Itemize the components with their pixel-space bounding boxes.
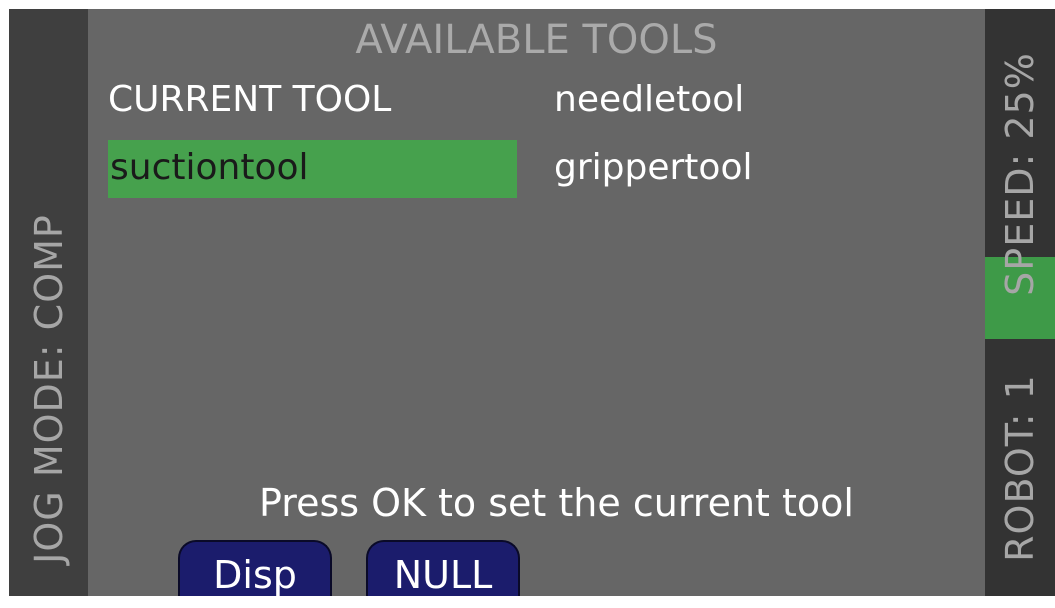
pendant-screen: JOG MODE: COMP AVAILABLE TOOLS CURRENT T… xyxy=(0,0,1055,602)
tool-item-grippertool[interactable]: grippertool xyxy=(554,147,752,188)
null-softkey[interactable]: NULL xyxy=(366,540,520,602)
selected-tool-label: suctiontool xyxy=(110,147,309,188)
tool-item-suctiontool-selected[interactable]: suctiontool xyxy=(108,140,517,198)
instruction-text: Press OK to set the current tool xyxy=(259,481,854,525)
tool-selection-panel: AVAILABLE TOOLS CURRENT TOOL needletool … xyxy=(88,9,985,596)
status-bar: SPEED: 25% ROBOT: 1 xyxy=(985,9,1055,596)
speed-label: SPEED: 25% xyxy=(998,52,1042,296)
robot-label: ROBOT: 1 xyxy=(998,373,1042,562)
speed-segment[interactable]: SPEED: 25% xyxy=(985,9,1055,339)
disp-softkey[interactable]: Disp xyxy=(178,540,332,602)
current-tool-label: CURRENT TOOL xyxy=(108,79,392,120)
page-title: AVAILABLE TOOLS xyxy=(355,17,718,63)
jog-mode-bar[interactable]: JOG MODE: COMP xyxy=(9,9,88,596)
robot-segment[interactable]: ROBOT: 1 xyxy=(985,339,1055,596)
jog-mode-label: JOG MODE: COMP xyxy=(26,214,71,564)
tool-item-needletool[interactable]: needletool xyxy=(554,79,744,120)
bottom-border xyxy=(0,596,1055,602)
